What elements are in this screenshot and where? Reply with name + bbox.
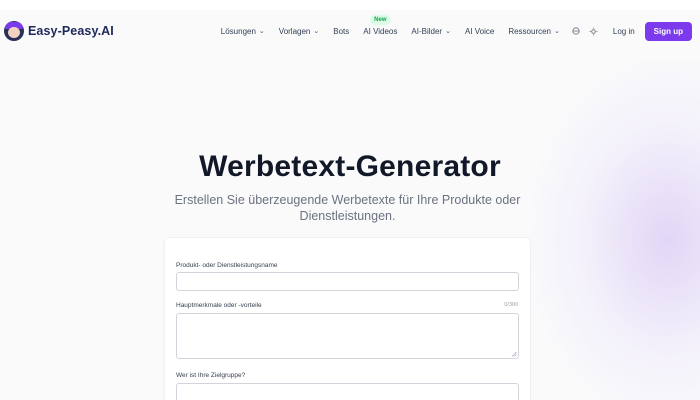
top-bar (0, 0, 700, 10)
nav-item-label: AI Videos (363, 26, 398, 36)
product-name-input[interactable] (176, 272, 519, 291)
target-audience-label: Wer ist Ihre Zielgruppe? (176, 372, 246, 379)
nav-item-label: AI-Bilder (411, 26, 443, 36)
nav-item-label: Bots (333, 26, 350, 36)
new-badge: New (370, 14, 391, 25)
nav-item-ressourcen[interactable]: Ressourcen ⌄ (501, 27, 567, 36)
nav-item-label: Lösungen (220, 26, 256, 36)
logo-mascot-icon (4, 21, 24, 41)
background-glow (530, 60, 700, 400)
generator-form: Produkt- oder Dienstleistungsname Hauptm… (165, 238, 530, 400)
nav-item-label: Ressourcen (508, 26, 551, 36)
nav-item-label: Vorlagen (278, 26, 311, 36)
nav-item-ai-videos[interactable]: New AI Videos (356, 14, 404, 36)
theme-toggle-icon[interactable] (589, 26, 599, 36)
page-subtitle: Erstellen Sie überzeugende Werbetexte fü… (174, 193, 521, 223)
nav-item-loesungen[interactable]: Lösungen ⌄ (214, 27, 272, 36)
nav-item-ai-bilder[interactable]: AI-Bilder ⌄ (404, 27, 458, 36)
page-title: Werbetext-Generator (199, 150, 501, 183)
target-audience-input[interactable] (176, 383, 519, 400)
chevron-down-icon: ⌄ (313, 28, 320, 35)
nav-item-vorlagen[interactable]: Vorlagen ⌄ (272, 27, 326, 36)
features-textarea[interactable] (176, 313, 519, 359)
chevron-down-icon: ⌄ (258, 28, 265, 35)
features-label: Hauptmerkmale oder -vorteile (176, 302, 262, 309)
nav-item-bots[interactable]: Bots (326, 27, 356, 36)
page: Easy-Peasy.AI Lösungen ⌄ Vorlagen ⌄ Bots… (0, 0, 700, 400)
signup-button[interactable]: Sign up (644, 21, 692, 41)
chevron-down-icon: ⌄ (554, 28, 560, 35)
resize-handle-icon[interactable] (511, 351, 517, 357)
nav-item-label: AI Voice (464, 26, 495, 36)
login-link[interactable]: Log in (613, 27, 635, 36)
nav-item-ai-voice[interactable]: AI Voice (458, 27, 501, 36)
logo[interactable]: Easy-Peasy.AI (4, 21, 114, 41)
logo-text: Easy-Peasy.AI (28, 24, 114, 38)
chevron-down-icon: ⌄ (445, 28, 451, 35)
main-nav: Lösungen ⌄ Vorlagen ⌄ Bots New AI Videos… (214, 14, 692, 41)
globe-icon[interactable] (571, 26, 581, 36)
site-header: Easy-Peasy.AI Lösungen ⌄ Vorlagen ⌄ Bots… (0, 10, 700, 52)
features-char-counter: 0/300 (504, 302, 518, 308)
product-name-label: Produkt- oder Dienstleistungsname (176, 262, 278, 269)
